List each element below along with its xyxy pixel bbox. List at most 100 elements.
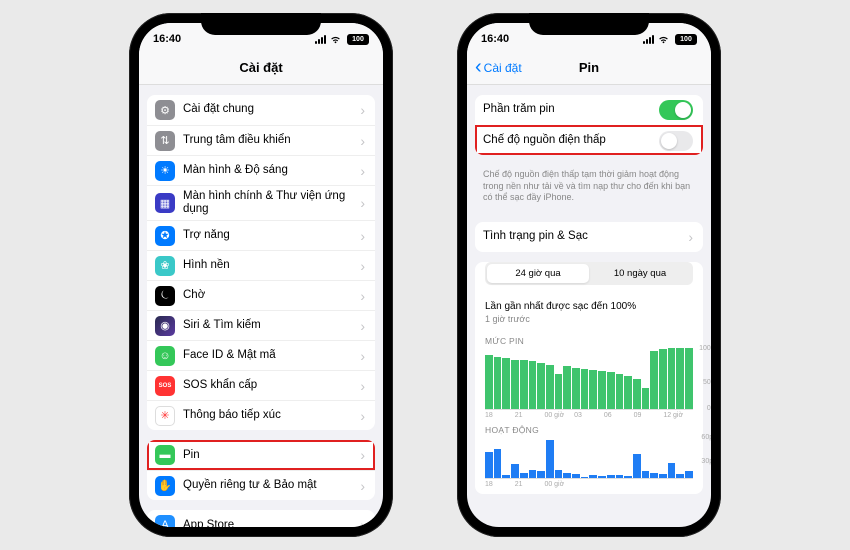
row-appstore[interactable]: A App Store › — [147, 510, 375, 527]
row-icon: ▦ — [155, 193, 175, 213]
tick-label: 18 — [485, 481, 515, 488]
x-axis: 182100 giờ — [485, 481, 693, 488]
bar — [572, 368, 580, 409]
settings-row[interactable]: SOSSOS khẩn cấp› — [147, 370, 375, 400]
chevron-right-icon: › — [360, 408, 365, 424]
row-icon: ☺ — [155, 346, 175, 366]
settings-row[interactable]: ⚙Cài đặt chung› — [147, 95, 375, 125]
row-low-power[interactable]: Chế độ nguồn điện thấp — [475, 125, 703, 155]
tick-label: 00 giờ — [544, 412, 574, 419]
tick-label: 03 — [574, 412, 604, 419]
seg-10d[interactable]: 10 ngày qua — [589, 264, 691, 283]
chart-label-activity: HOẠT ĐỘNG — [475, 419, 703, 437]
bar — [537, 471, 545, 478]
row-label: Chế độ nguồn điện thấp — [483, 134, 659, 147]
tick-label — [604, 481, 634, 488]
settings-row[interactable]: ☀Màn hình & Độ sáng› — [147, 155, 375, 185]
row-battery-percentage[interactable]: Phần trăm pin — [475, 95, 703, 125]
cellular-icon — [643, 35, 654, 44]
tick-label: 18 — [485, 412, 515, 419]
segmented-control[interactable]: 24 giờ qua 10 ngày qua — [485, 262, 693, 285]
phone-left: 16:40 100 Cài đặt ⚙Cài đặt chung›⇅Trung … — [129, 13, 393, 537]
bar — [659, 349, 667, 409]
row-label: Màn hình & Độ sáng — [183, 164, 356, 177]
status-time: 16:40 — [153, 33, 181, 45]
bar — [485, 452, 493, 478]
settings-row[interactable]: ◉Siri & Tìm kiếm› — [147, 310, 375, 340]
seg-24h[interactable]: 24 giờ qua — [487, 264, 589, 283]
row-privacy[interactable]: ✋ Quyền riêng tư & Bảo mật › — [147, 470, 375, 500]
x-axis: 182100 giờ03060912 giờ — [485, 412, 693, 419]
settings-row[interactable]: ✳ Thông báo tiếp xúc › — [147, 400, 375, 430]
bar — [624, 476, 632, 478]
bar — [685, 348, 693, 409]
notch — [529, 13, 649, 35]
toggle-on[interactable] — [659, 100, 693, 120]
screen: 16:40 100 Cài đặt Pin Phần trăm pin Chế … — [467, 23, 711, 527]
bar — [581, 477, 589, 478]
hand-icon: ✋ — [155, 476, 175, 496]
chevron-right-icon: › — [360, 378, 365, 394]
chevron-right-icon: › — [360, 348, 365, 364]
bar — [616, 374, 624, 409]
notch — [201, 13, 321, 35]
bar — [572, 474, 580, 478]
row-icon: SOS — [155, 376, 175, 396]
last-charge-title: Lần gần nhất được sạc đến 100% — [475, 293, 703, 314]
row-pin[interactable]: ▬ Pin › — [147, 440, 375, 470]
bar — [537, 363, 545, 409]
row-icon: ⚙ — [155, 100, 175, 120]
back-button[interactable]: Cài đặt — [475, 61, 522, 75]
bar — [607, 372, 615, 409]
settings-row[interactable]: ❀Hình nền› — [147, 250, 375, 280]
bar — [581, 369, 589, 409]
row-battery-health[interactable]: Tình trạng pin & Sạc › — [475, 222, 703, 252]
bar — [555, 374, 563, 409]
row-label: Trung tâm điều khiển — [183, 134, 356, 147]
row-label: Pin — [183, 449, 356, 462]
settings-row[interactable]: ✪Trợ năng› — [147, 220, 375, 250]
chevron-right-icon: › — [360, 517, 365, 527]
row-label: Thông báo tiếp xúc — [183, 409, 356, 422]
tick-label: 09 — [634, 412, 664, 419]
nav-bar: Cài đặt — [139, 51, 383, 85]
chevron-right-icon: › — [360, 228, 365, 244]
bar — [616, 475, 624, 478]
chevron-right-icon: › — [360, 318, 365, 334]
row-label: Face ID & Mật mã — [183, 349, 356, 362]
bar — [598, 476, 606, 478]
settings-row[interactable]: ⇅Trung tâm điều khiển› — [147, 125, 375, 155]
settings-row[interactable]: ⏾Chờ› — [147, 280, 375, 310]
chevron-right-icon: › — [360, 288, 365, 304]
bar — [659, 474, 667, 478]
row-label: Hình nền — [183, 259, 356, 272]
nav-bar: Cài đặt Pin — [467, 51, 711, 85]
bar — [676, 474, 684, 478]
chevron-right-icon: › — [360, 195, 365, 211]
cellular-icon — [315, 35, 326, 44]
chevron-right-icon: › — [360, 258, 365, 274]
toggle-off[interactable] — [659, 131, 693, 151]
row-label: App Store — [183, 519, 356, 527]
screen: 16:40 100 Cài đặt ⚙Cài đặt chung›⇅Trung … — [139, 23, 383, 527]
settings-row[interactable]: ☺ Face ID & Mật mã › — [147, 340, 375, 370]
bar — [563, 366, 571, 409]
wifi-icon — [329, 34, 342, 44]
row-icon: ⇅ — [155, 131, 175, 151]
row-icon: ✳ — [155, 406, 175, 426]
bar — [511, 360, 519, 409]
bar — [511, 464, 519, 478]
bar — [589, 370, 597, 409]
bar — [529, 470, 537, 478]
tick-label — [634, 481, 664, 488]
settings-row[interactable]: ▦Màn hình chính & Thư viện ứng dụng› — [147, 185, 375, 220]
tick-label — [663, 481, 693, 488]
row-icon: ⏾ — [155, 286, 175, 306]
bar — [520, 360, 528, 409]
tick-label: 21 — [515, 481, 545, 488]
activity-chart: 60ph 30ph — [485, 437, 693, 479]
phone-right: 16:40 100 Cài đặt Pin Phần trăm pin Chế … — [457, 13, 721, 537]
bar — [485, 355, 493, 409]
bar — [494, 449, 502, 478]
tick-label: 06 — [604, 412, 634, 419]
